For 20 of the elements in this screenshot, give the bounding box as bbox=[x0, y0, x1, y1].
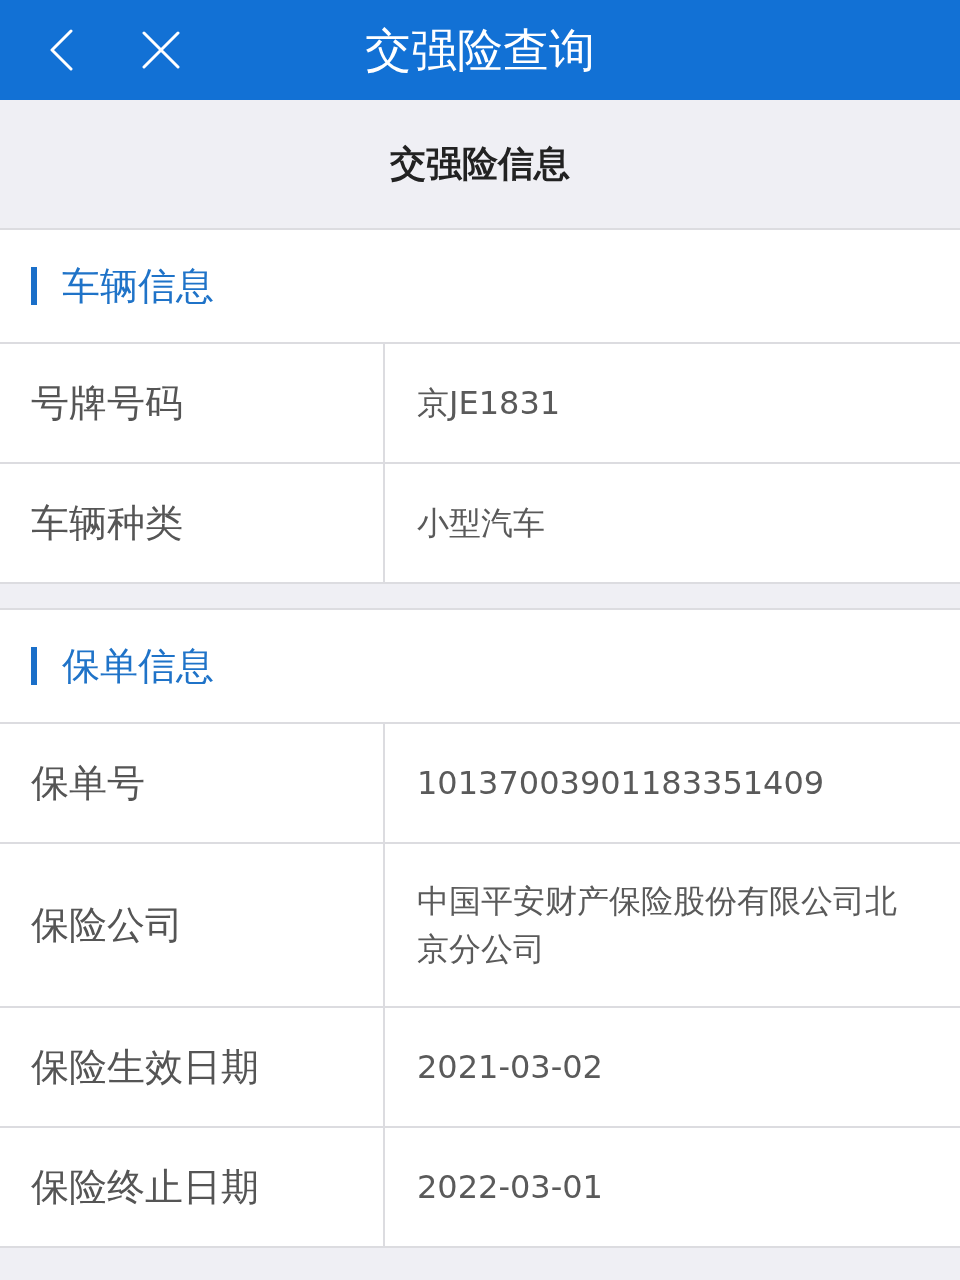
nav-title: 交强险查询 bbox=[365, 22, 595, 78]
close-icon bbox=[142, 31, 180, 69]
value-cell-text: 中国平安财产保险股份有限公司北京分公司 bbox=[416, 881, 898, 970]
value-cell-text: 2022-03-01 bbox=[416, 1167, 604, 1208]
value-cell-text: 10137003901183351409 bbox=[416, 763, 826, 804]
section-title: 保单信息 bbox=[62, 643, 214, 690]
accent-bar-icon bbox=[31, 647, 37, 685]
value-cell-text: 京JE1831 bbox=[416, 383, 562, 424]
label-cell: 车辆种类 bbox=[0, 464, 385, 582]
label-cell: 保险公司 bbox=[0, 844, 385, 1006]
label-cell: 保单号 bbox=[0, 724, 385, 842]
back-icon bbox=[48, 29, 74, 71]
label-cell: 号牌号码 bbox=[0, 344, 385, 462]
section-title: 车辆信息 bbox=[62, 263, 214, 310]
page-title: 交强险信息 bbox=[390, 142, 570, 186]
label-cell: 保险终止日期 bbox=[0, 1128, 385, 1246]
accent-bar-icon bbox=[31, 267, 37, 305]
label-cell: 保险生效日期 bbox=[0, 1008, 385, 1126]
value-cell-text: 小型汽车 bbox=[416, 503, 546, 544]
value-cell-text: 2021-03-02 bbox=[416, 1047, 604, 1088]
